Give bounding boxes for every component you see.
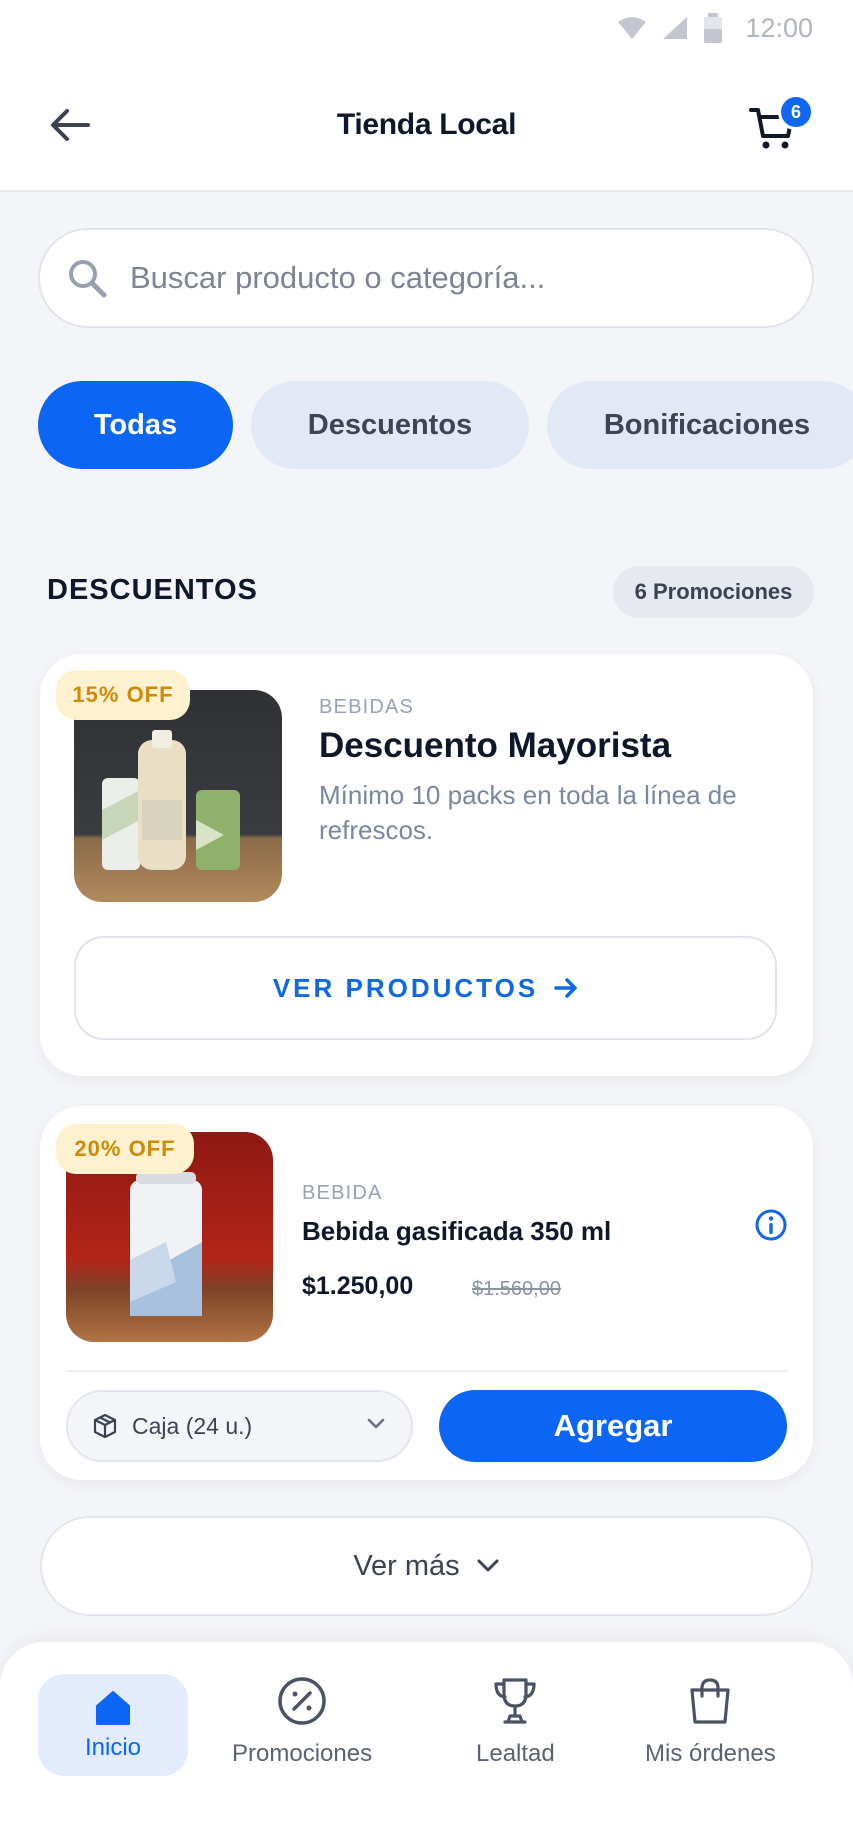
nav-item-mis-ordenes[interactable]: Mis órdenes xyxy=(645,1676,776,1768)
home-icon xyxy=(96,1691,130,1725)
nav-label-promociones: Promociones xyxy=(232,1740,373,1767)
nav-item-lealtad[interactable]: Lealtad xyxy=(476,1676,555,1768)
filter-chip-bonificaciones[interactable]: Bonificaciones xyxy=(547,381,853,469)
product-title: Bebida gasificada 350 ml xyxy=(302,1216,612,1246)
discount-badge: 15% OFF xyxy=(56,670,190,720)
nav-label-mis-ordenes: Mis órdenes xyxy=(645,1740,776,1767)
arrow-right-icon xyxy=(554,978,577,998)
wifi-icon xyxy=(618,17,647,39)
app-header: Tienda Local 6 xyxy=(0,56,853,192)
status-time: 12:00 xyxy=(745,12,813,43)
nav-label-inicio: Inicio xyxy=(84,1734,142,1761)
filter-chip-todas[interactable]: Todas xyxy=(38,381,233,469)
unit-select-value: Caja (24 u.) xyxy=(132,1412,253,1439)
promo-card: 15% OFF BEBIDAS Descuento Mayorista Míni… xyxy=(40,654,813,1076)
filter-chip-descuentos[interactable]: Descuentos xyxy=(251,381,529,469)
box-icon xyxy=(93,1413,117,1439)
view-products-label: VER PRODUCTOS xyxy=(272,972,539,1003)
chevron-down-icon xyxy=(477,1559,499,1572)
discount-icon xyxy=(278,1677,326,1725)
battery-icon xyxy=(704,13,723,43)
add-to-cart-button[interactable]: Agregar xyxy=(439,1390,787,1462)
cart-count-badge: 6 xyxy=(778,94,814,130)
discount-badge: 20% OFF xyxy=(56,1124,194,1174)
promo-title: Descuento Mayorista xyxy=(319,726,672,765)
info-icon xyxy=(755,1209,787,1241)
load-more-label: Ver más xyxy=(353,1549,460,1582)
bottom-navigation: Inicio Promociones Lealtad Mis órdenes xyxy=(0,1642,853,1844)
promo-category: BEBIDAS xyxy=(319,696,415,718)
section-title: DESCUENTOS xyxy=(47,574,258,606)
signal-icon xyxy=(663,17,688,39)
product-category: BEBIDA xyxy=(302,1182,383,1204)
shopping-bag-icon xyxy=(690,1678,730,1724)
search-input[interactable] xyxy=(130,260,770,296)
nav-item-inicio[interactable]: Inicio xyxy=(38,1674,188,1776)
view-products-button[interactable]: VER PRODUCTOS xyxy=(74,936,777,1040)
nav-label-lealtad: Lealtad xyxy=(476,1740,555,1767)
search-icon xyxy=(69,260,107,298)
product-card: 20% OFF BEBIDA Bebida gasificada 350 ml … xyxy=(40,1106,813,1480)
page-title: Tienda Local xyxy=(336,108,517,141)
product-price: $1.250,00 xyxy=(302,1272,414,1300)
load-more-button[interactable]: Ver más xyxy=(40,1516,813,1616)
search-bar[interactable] xyxy=(38,228,814,328)
promo-description: Mínimo 10 packs en toda la línea de refr… xyxy=(319,780,737,845)
promo-product-image xyxy=(74,690,282,902)
unit-select[interactable]: Caja (24 u.) xyxy=(66,1390,413,1462)
card-divider xyxy=(66,1370,787,1372)
chevron-down-icon xyxy=(367,1418,385,1429)
nav-item-promociones[interactable]: Promociones xyxy=(232,1676,372,1768)
trophy-icon xyxy=(494,1678,536,1724)
info-button[interactable] xyxy=(754,1208,788,1242)
promotions-count-badge: 6 Promociones xyxy=(613,566,814,618)
product-old-price: $1.560,00 xyxy=(472,1278,561,1300)
status-bar: 12:00 xyxy=(0,0,853,56)
